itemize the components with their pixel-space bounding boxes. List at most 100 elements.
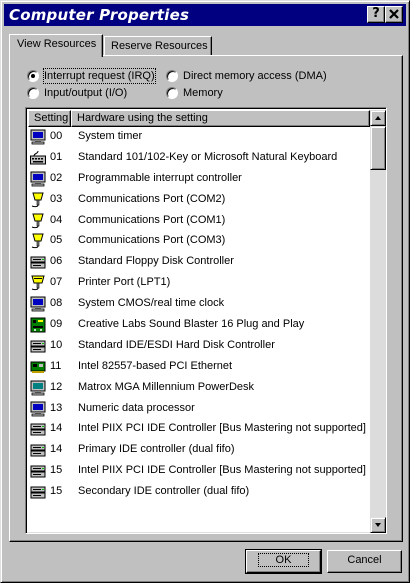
radio-io-label: Input/output (I/O): [44, 87, 128, 99]
row-setting: 14: [50, 443, 63, 456]
row-setting: 13: [50, 401, 63, 414]
list-rows: 00 System timer 01 Standard 101/102-Key or …: [28, 127, 370, 503]
row-hardware: Numeric data processor: [78, 401, 195, 414]
list-item[interactable]: 09 Creative Labs Sound Blaster 16 Plug an…: [28, 315, 370, 336]
radio-dma[interactable]: Direct memory access (DMA): [166, 68, 336, 84]
printer-port-icon: [30, 275, 46, 291]
radio-memory[interactable]: Memory: [166, 85, 246, 101]
list-item[interactable]: 06 Standard Floppy Disk Controller: [28, 252, 370, 273]
cancel-button[interactable]: Cancel: [327, 550, 402, 573]
list-item[interactable]: 04 Communications Port (COM1): [28, 211, 370, 232]
list-item[interactable]: 13 Numeric data processor: [28, 399, 370, 420]
tab-reserve-resources[interactable]: Reserve Resources: [104, 36, 212, 56]
row-hardware: Intel PIIX PCI IDE Controller [Bus Maste…: [78, 464, 366, 477]
row-setting: 01: [50, 150, 63, 163]
row-hardware: Standard IDE/ESDI Hard Disk Controller: [78, 338, 275, 351]
port-icon: [30, 213, 46, 229]
computer-icon: [30, 401, 46, 417]
port-icon: [30, 233, 46, 249]
row-hardware: Matrox MGA Millennium PowerDesk: [78, 380, 255, 393]
scroll-thumb[interactable]: [370, 126, 386, 170]
title-bar[interactable]: Computer Properties ?: [4, 4, 406, 26]
row-hardware: Programmable interrupt controller: [78, 171, 242, 184]
resource-list[interactable]: Setting Hardware using the setting 00 Sys…: [25, 107, 387, 534]
row-hardware: Intel 82557-based PCI Ethernet: [78, 359, 233, 372]
row-setting: 00: [50, 130, 63, 142]
radio-irq[interactable]: Interrupt request (IRQ): [27, 68, 157, 84]
computer-icon: [30, 296, 46, 312]
radio-button-checked[interactable]: [27, 70, 39, 82]
list-item[interactable]: 12 Matrox MGA Millennium PowerDesk: [28, 378, 370, 399]
list-item[interactable]: 01 Standard 101/102-Key or Microsoft Natu…: [28, 148, 370, 169]
list-item[interactable]: 03 Communications Port (COM2): [28, 190, 370, 211]
arrow-down-icon: [375, 523, 381, 527]
tab-strip: View Resources Reserve Resources: [9, 34, 403, 57]
row-setting: 12: [50, 380, 63, 393]
network-card-icon: [30, 359, 46, 375]
list-item[interactable]: 00 System timer: [28, 127, 370, 148]
ok-button[interactable]: OK: [245, 549, 322, 574]
column-header-setting[interactable]: Setting: [28, 110, 71, 127]
row-setting: 14: [50, 422, 63, 435]
row-setting: 04: [50, 213, 63, 226]
row-setting: 15: [50, 485, 63, 498]
row-hardware: Standard Floppy Disk Controller: [78, 255, 234, 268]
arrow-up-icon: [375, 116, 381, 120]
tab-view-resources[interactable]: View Resources: [9, 34, 103, 57]
list-item[interactable]: 15 Intel PIIX PCI IDE Controller [Bus Mas…: [28, 461, 370, 482]
row-setting: 15: [50, 464, 63, 477]
list-item[interactable]: 15 Secondary IDE controller (dual fifo): [28, 482, 370, 503]
list-item[interactable]: 05 Communications Port (COM3): [28, 231, 370, 252]
computer-properties-dialog: Computer Properties ? View Resources Res…: [0, 0, 410, 583]
row-hardware: Intel PIIX PCI IDE Controller [Bus Maste…: [78, 422, 366, 435]
scroll-up-button[interactable]: [370, 110, 386, 126]
row-setting: 07: [50, 276, 63, 289]
tab-panel: Interrupt request (IRQ) Direct memory ac…: [9, 55, 403, 542]
monitor-icon: [30, 380, 46, 396]
drive-controller-icon: [30, 254, 46, 270]
help-button[interactable]: ?: [367, 6, 385, 23]
list-item[interactable]: 10 Standard IDE/ESDI Hard Disk Controller: [28, 336, 370, 357]
drive-controller-icon: [30, 442, 46, 458]
vertical-scrollbar[interactable]: [370, 110, 386, 533]
list-item[interactable]: 02 Programmable interrupt controller: [28, 169, 370, 190]
row-setting: 05: [50, 234, 63, 247]
radio-memory-label: Memory: [183, 87, 223, 99]
row-setting: 06: [50, 255, 63, 268]
row-hardware: Communications Port (COM1): [78, 213, 226, 226]
row-hardware: Secondary IDE controller (dual fifo): [78, 485, 250, 498]
scroll-down-button[interactable]: [370, 517, 386, 533]
radio-io[interactable]: Input/output (I/O): [27, 85, 147, 101]
radio-button[interactable]: [27, 87, 39, 99]
keyboard-icon: [30, 150, 46, 166]
close-icon: [389, 9, 399, 19]
port-icon: [30, 192, 46, 208]
drive-controller-icon: [30, 421, 46, 437]
list-item[interactable]: 08 System CMOS/real time clock: [28, 294, 370, 315]
list-header: Setting Hardware using the setting: [28, 110, 370, 127]
radio-button[interactable]: [166, 87, 178, 99]
row-hardware: Communications Port (COM2): [78, 192, 226, 205]
computer-icon: [30, 129, 46, 145]
row-hardware: Primary IDE controller (dual fifo): [78, 443, 235, 456]
drive-controller-icon: [30, 463, 46, 479]
list-item[interactable]: 14 Primary IDE controller (dual fifo): [28, 440, 370, 461]
row-setting: 08: [50, 297, 63, 310]
column-header-hardware[interactable]: Hardware using the setting: [71, 110, 370, 127]
row-setting: 10: [50, 338, 63, 351]
list-item[interactable]: 14 Intel PIIX PCI IDE Controller [Bus Mas…: [28, 419, 370, 440]
radio-dma-label: Direct memory access (DMA): [183, 70, 327, 82]
row-hardware: System CMOS/real time clock: [78, 297, 225, 310]
list-item[interactable]: 11 Intel 82557-based PCI Ethernet: [28, 357, 370, 378]
row-setting: 11: [50, 359, 62, 372]
close-button[interactable]: [385, 6, 403, 23]
ok-button-label: OK: [257, 553, 310, 567]
row-hardware: Standard 101/102-Key or Microsoft Natura…: [78, 150, 338, 163]
drive-controller-icon: [30, 484, 46, 500]
row-hardware: Printer Port (LPT1): [78, 276, 171, 289]
list-item[interactable]: 07 Printer Port (LPT1): [28, 273, 370, 294]
radio-button[interactable]: [166, 70, 178, 82]
row-hardware: Communications Port (COM3): [78, 234, 226, 247]
sound-icon: [30, 317, 46, 333]
row-hardware: System timer: [78, 130, 143, 142]
